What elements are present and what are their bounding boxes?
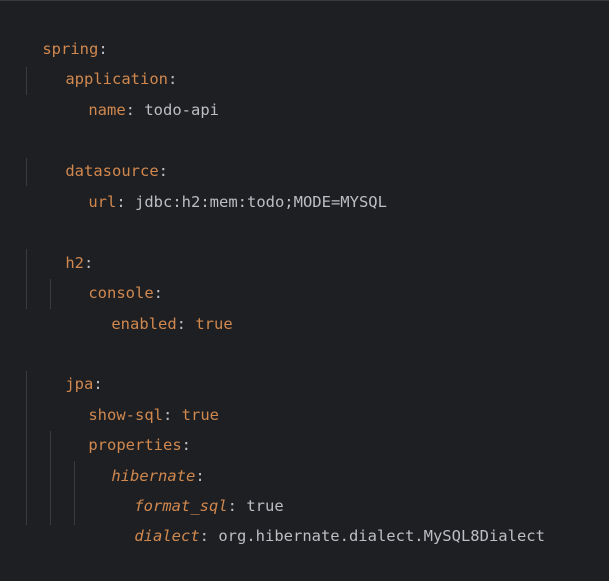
yaml-line-properties[interactable]: properties: — [51, 400, 191, 454]
yaml-colon: : — [125, 101, 145, 119]
yaml-line-hibernate[interactable]: hibernate: — [74, 431, 204, 485]
yaml-key: dialect — [134, 527, 200, 545]
yaml-line-dialect[interactable]: dialect: org.hibernate.dialect.MySQL8Dia… — [97, 491, 545, 545]
yaml-key: url — [88, 193, 117, 211]
yaml-key: enabled — [111, 315, 177, 333]
yaml-line-show-sql[interactable]: show-sql: true — [51, 370, 219, 424]
yaml-line-h2[interactable]: h2: — [28, 218, 93, 272]
yaml-colon: : — [116, 193, 135, 211]
yaml-colon: : — [176, 315, 196, 333]
yaml-line-application[interactable]: application: — [28, 34, 177, 88]
yaml-line-url[interactable]: url: jdbc:h2:mem:todo;MODE=MYSQL — [51, 157, 387, 211]
yaml-line-enabled[interactable]: enabled: true — [74, 279, 232, 333]
yaml-line-console[interactable]: console: — [51, 248, 163, 302]
yaml-value: jdbc:h2:mem:todo;MODE=MYSQL — [135, 193, 387, 211]
yaml-line-jpa[interactable]: jpa: — [28, 339, 102, 393]
indent-guide — [26, 158, 27, 186]
yaml-colon: : — [199, 527, 219, 545]
yaml-editor[interactable]: spring: application: name: todo-api data… — [0, 0, 609, 545]
yaml-value: org.hibernate.dialect.MySQL8Dialect — [218, 527, 545, 545]
indent-guide — [26, 67, 27, 95]
yaml-line-spring[interactable]: spring: — [5, 4, 107, 58]
indent-guide — [26, 371, 27, 525]
yaml-line-name[interactable]: name: todo-api — [51, 65, 219, 119]
indent-guide — [26, 249, 27, 309]
yaml-line-datasource[interactable]: datasource: — [28, 126, 168, 180]
yaml-key: name — [88, 101, 126, 119]
yaml-line-format-sql[interactable]: format_sql: true — [97, 461, 283, 515]
yaml-value: todo-api — [144, 101, 219, 119]
yaml-value: true — [195, 315, 233, 333]
